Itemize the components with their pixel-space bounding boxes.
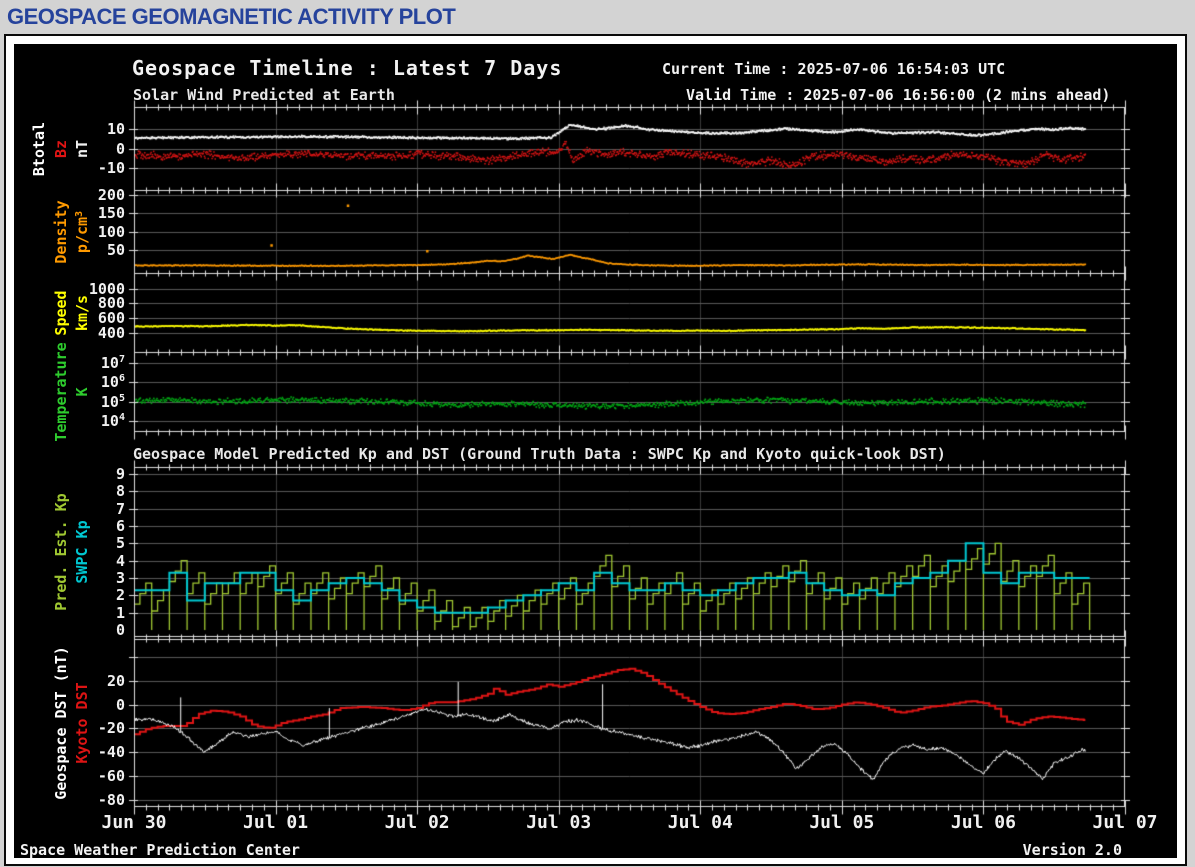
- axis-series-label: Btotal: [30, 121, 48, 176]
- y-tick-label: 2: [115, 586, 125, 605]
- solar-wind-subtitle: Solar Wind Predicted at Earth: [133, 86, 395, 104]
- y-tick-label: 1: [115, 603, 125, 622]
- plot-area: Geospace Timeline : Latest 7 Days Curren…: [14, 44, 1177, 859]
- axis-series-label: Geospace DST (nT): [52, 646, 70, 800]
- y-tick-label: 3: [115, 569, 125, 588]
- date-label: Jul 03: [526, 812, 592, 833]
- axis-series-label: Speed: [52, 289, 70, 336]
- y-tick-label: 20: [106, 671, 125, 690]
- plot-main-title: Geospace Timeline : Latest 7 Days: [132, 56, 563, 80]
- y-tick-label: 4: [115, 551, 125, 570]
- axis-series-label: Kyoto DST: [73, 682, 91, 764]
- y-tick-label: -10: [97, 159, 125, 178]
- y-tick-label: -80: [97, 790, 125, 809]
- footer-credit: Space Weather Prediction Center: [20, 841, 300, 859]
- y-tick-label: 10: [106, 119, 125, 138]
- axis-series-label: Pred. Est. Kp: [52, 493, 70, 611]
- date-label: Jul 02: [384, 812, 450, 833]
- plot-frame-box: Geospace Timeline : Latest 7 Days Curren…: [4, 34, 1187, 866]
- axis-series-label: km/s: [73, 294, 91, 331]
- y-tick-label: 106: [100, 373, 125, 392]
- y-tick-label: -60: [97, 767, 125, 786]
- axis-series-label: Temperature: [52, 342, 70, 442]
- y-tick-label: 105: [100, 392, 125, 411]
- page: GEOSPACE GEOMAGNETIC ACTIVITY PLOT Geosp…: [0, 0, 1195, 867]
- y-tick-label: 100: [97, 222, 125, 241]
- axis-series-label: p/cm3: [73, 210, 91, 253]
- y-tick-label: 0: [115, 695, 125, 714]
- page-title: GEOSPACE GEOMAGNETIC ACTIVITY PLOT: [7, 4, 456, 29]
- y-tick-label: 400: [97, 323, 125, 342]
- date-label: Jul 06: [950, 812, 1016, 833]
- y-tick-label: 104: [100, 412, 125, 431]
- axis-series-label: Bz: [52, 139, 70, 158]
- y-tick-label: -40: [97, 743, 125, 762]
- y-tick-label: 5: [115, 534, 125, 553]
- y-tick-label: 150: [97, 204, 125, 223]
- date-label: Jul 04: [667, 812, 733, 833]
- y-tick-label: 107: [100, 353, 125, 372]
- footer-version: Version 2.0: [1022, 841, 1122, 859]
- date-label: Jun 30: [101, 812, 167, 833]
- date-label: Jul 01: [243, 812, 309, 833]
- y-tick-label: 8: [115, 482, 125, 501]
- date-label: Jul 07: [1092, 812, 1158, 833]
- y-tick-label: 0: [115, 139, 125, 158]
- axis-series-label: Density: [52, 199, 70, 264]
- y-tick-label: 6: [115, 516, 125, 535]
- y-tick-label: 200: [97, 186, 125, 205]
- valid-time-label: Valid Time : 2025-07-06 16:56:00 (2 mins…: [686, 86, 1111, 104]
- y-tick-label: 9: [115, 464, 125, 483]
- axis-series-label: nT: [73, 139, 91, 158]
- date-label: Jul 05: [809, 812, 875, 833]
- y-tick-label: 50: [106, 240, 125, 259]
- current-time-label: Current Time : 2025-07-06 16:54:03 UTC: [662, 60, 1006, 78]
- y-tick-label: 0: [115, 621, 125, 640]
- axis-series-label: K: [73, 387, 91, 397]
- y-tick-label: 7: [115, 499, 125, 518]
- y-tick-label: -20: [97, 719, 125, 738]
- section2-title: Geospace Model Predicted Kp and DST (Gro…: [133, 445, 946, 463]
- page-header: GEOSPACE GEOMAGNETIC ACTIVITY PLOT: [0, 0, 1195, 34]
- axis-series-label: SWPC Kp: [73, 520, 91, 584]
